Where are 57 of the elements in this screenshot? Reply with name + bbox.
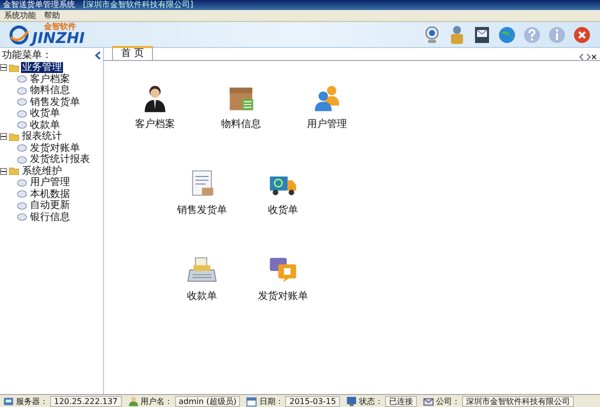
status-label: 日期：: [259, 396, 284, 406]
folder-icon: [9, 167, 19, 176]
status-value: 已连接: [384, 396, 417, 406]
shortcut-label[interactable]: 收货单: [268, 203, 298, 217]
shortcut-label[interactable]: 销售发货单: [177, 203, 227, 217]
shortcut-label[interactable]: 物料信息: [221, 117, 261, 131]
tree-item[interactable]: 发货对账单: [29, 142, 81, 154]
tree-item[interactable]: 自动更新: [29, 200, 71, 212]
monitor-icon: [346, 396, 357, 406]
shortcut-label[interactable]: 发货对账单: [258, 289, 308, 303]
envelope-icon: [422, 396, 434, 406]
folder-icon: [9, 64, 19, 72]
menu-item[interactable]: 帮助: [44, 10, 60, 21]
tree-item[interactable]: 发货统计报表: [29, 154, 91, 166]
logo-icon: [8, 24, 30, 44]
calendar-icon: [246, 396, 258, 406]
globe-icon[interactable]: [497, 24, 517, 44]
status-label: 状态：: [358, 396, 383, 406]
menu-item[interactable]: 系统功能: [4, 10, 36, 21]
chat-bubbles-icon[interactable]: [268, 255, 298, 285]
sidebar-title: 功能菜单：: [2, 48, 52, 62]
tree-item[interactable]: 本机数据: [29, 188, 71, 200]
shortcut-label[interactable]: 用户管理: [307, 117, 347, 131]
expander[interactable]: [0, 64, 7, 72]
collapse-icon[interactable]: [95, 50, 101, 60]
status-value: 2015-03-15: [285, 396, 340, 406]
tree-item[interactable]: 系统维护: [21, 166, 63, 177]
company-title: [深圳市金智软件科技有限公司]: [83, 0, 194, 10]
tree-item[interactable]: 业务管理: [21, 62, 63, 74]
logo-name: JINZHI: [32, 31, 85, 46]
server-icon: [3, 396, 14, 406]
tree-item[interactable]: 报表统计: [21, 131, 63, 142]
status-value: 120.25.222.137: [50, 396, 122, 406]
user-icon: [128, 396, 139, 406]
logo-brand: 金智软件: [43, 23, 77, 31]
tree-item[interactable]: 销售发货单: [29, 96, 81, 108]
shortcut-label[interactable]: 客户档案: [135, 117, 175, 131]
expander[interactable]: [0, 133, 7, 140]
shortcut-label[interactable]: 收款单: [187, 289, 217, 303]
tree-item[interactable]: 收货单: [29, 108, 61, 120]
status-label: 用户名：: [140, 396, 173, 406]
status-value: admin (超级员): [174, 396, 240, 406]
window-title: 金智送货单管理系统: [3, 0, 75, 10]
close-icon[interactable]: [572, 24, 592, 44]
tree-item[interactable]: 物料信息: [29, 85, 71, 96]
status-label: 公司：: [436, 396, 460, 406]
tree-item[interactable]: 银行信息: [29, 212, 71, 223]
mail-icon[interactable]: [472, 24, 492, 44]
tree-item[interactable]: 用户管理: [29, 177, 71, 188]
tree-item[interactable]: 收款单: [29, 120, 61, 131]
folder-icon: [9, 132, 19, 141]
status-label: 服务器：: [16, 396, 48, 406]
users-icon[interactable]: [312, 83, 342, 113]
expander[interactable]: [0, 168, 7, 175]
tree-item[interactable]: 客户档案: [29, 74, 71, 85]
status-value: 深圳市金智软件科技有限公司: [462, 396, 574, 406]
tab[interactable]: 首 页: [112, 46, 154, 60]
